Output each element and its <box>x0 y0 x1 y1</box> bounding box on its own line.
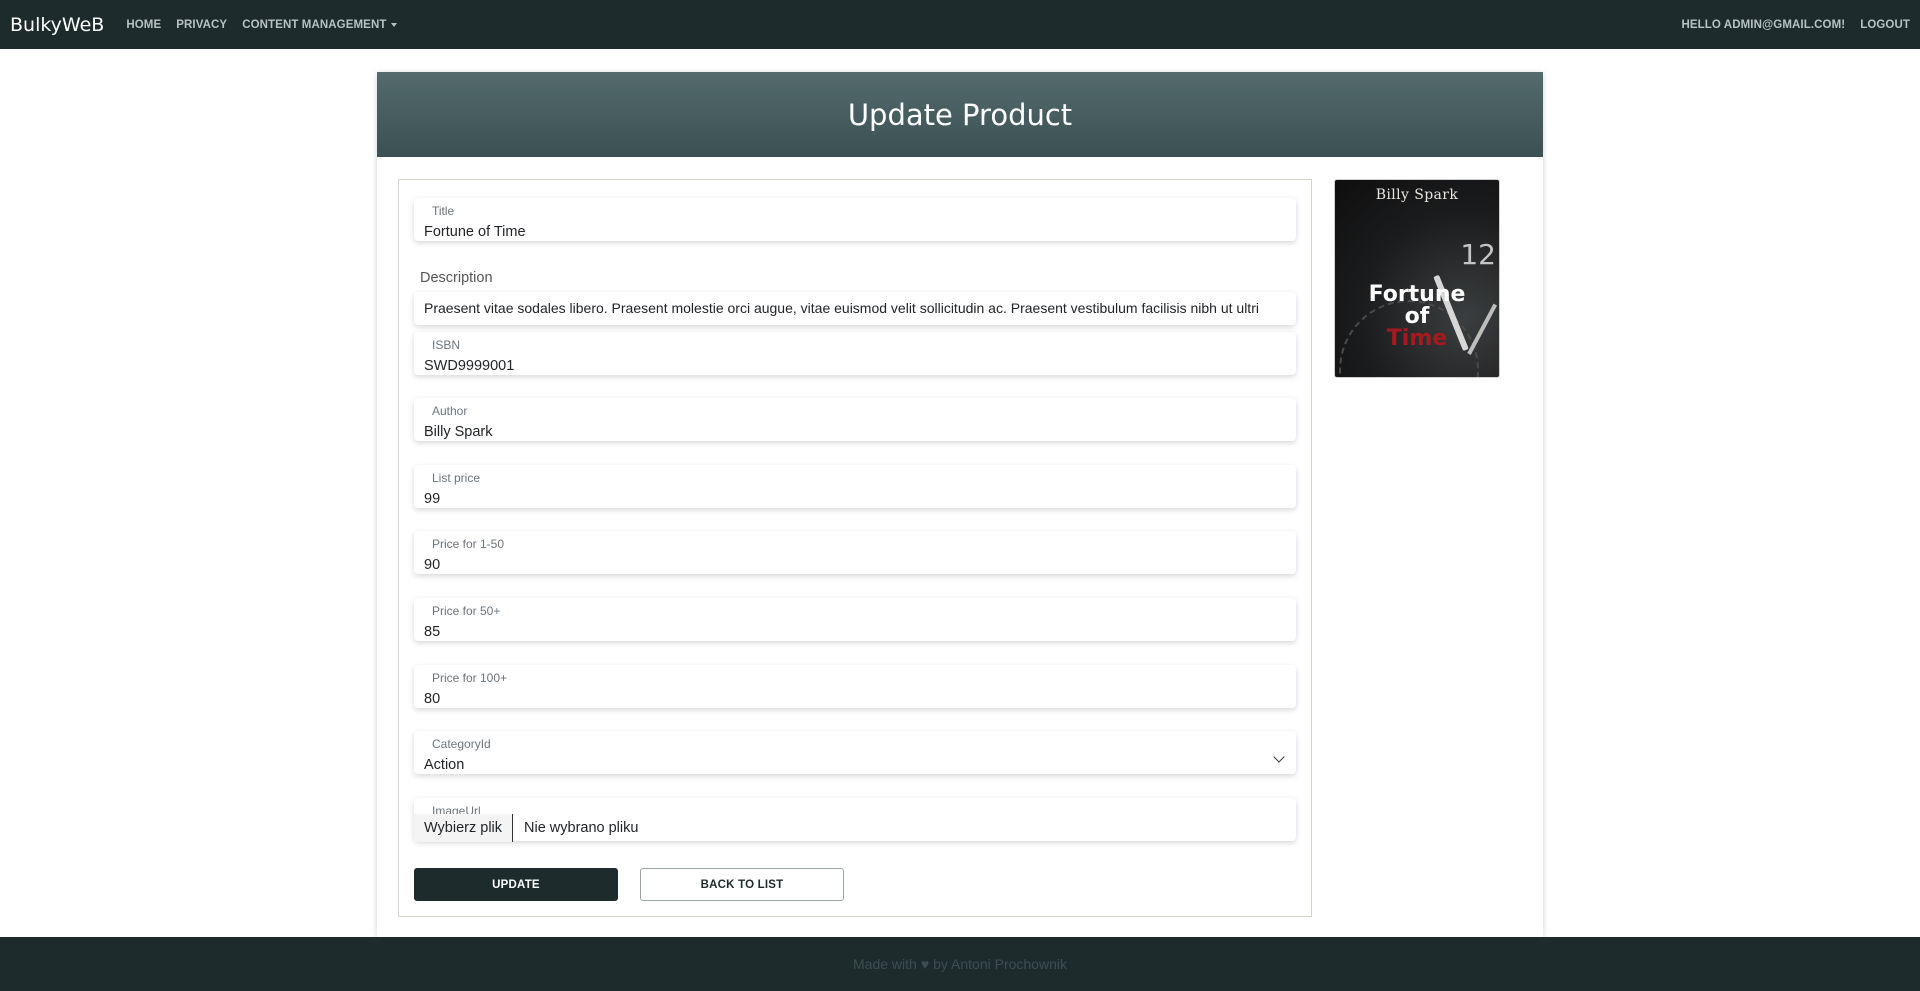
product-form: Title Fortune of Time Description Praese… <box>398 179 1312 917</box>
product-cover-image: 12 Billy Spark Fortune of Time <box>1334 179 1500 378</box>
chevron-down-icon <box>1273 751 1285 763</box>
author-value: Billy Spark <box>424 424 493 440</box>
cover-title-line1: Fortune <box>1368 282 1466 307</box>
description-value: Praesent vitae sodales libero. Praesent … <box>424 300 1259 316</box>
cover-title-line3: Time <box>1386 326 1448 351</box>
category-select[interactable]: CategoryId Action <box>414 731 1296 774</box>
price-1-50-value: 90 <box>424 557 441 573</box>
cover-title-line2: of <box>1404 304 1430 329</box>
price-100-field[interactable]: Price for 100+ 80 <box>414 665 1296 708</box>
category-label: CategoryId <box>432 737 491 751</box>
isbn-field[interactable]: ISBN SWD9999001 <box>414 332 1296 375</box>
category-value: Action <box>424 757 465 773</box>
update-button[interactable]: UPDATE <box>414 868 618 901</box>
price-50-label: Price for 50+ <box>432 604 501 618</box>
list-price-value: 99 <box>424 491 441 507</box>
title-value: Fortune of Time <box>424 224 526 240</box>
nav-privacy[interactable]: PRIVACY <box>176 19 227 31</box>
list-price-field[interactable]: List price 99 <box>414 465 1296 508</box>
title-label: Title <box>432 204 455 218</box>
heart-icon: ♥ <box>920 956 930 972</box>
image-upload-field[interactable]: ImageUrl Wybierz plik Nie wybrano pliku <box>414 798 1296 842</box>
author-field[interactable]: Author Billy Spark <box>414 398 1296 441</box>
nav-content-management[interactable]: CONTENT MANAGEMENT <box>242 18 398 31</box>
author-label: Author <box>432 404 468 418</box>
price-1-50-field[interactable]: Price for 1-50 90 <box>414 531 1296 574</box>
isbn-value: SWD9999001 <box>424 358 515 374</box>
description-editor[interactable]: Praesent vitae sodales libero. Praesent … <box>414 292 1296 325</box>
product-card: Update Product Title Fortune of Time Des… <box>377 72 1543 937</box>
footer-text-end: by Antoni Prochownik <box>933 956 1067 972</box>
cover-author: Billy Spark <box>1375 187 1459 203</box>
nav-right-group: HELLO ADMIN@GMAIL.COM! LOGOUT <box>1666 19 1910 31</box>
user-greeting[interactable]: HELLO ADMIN@GMAIL.COM! <box>1681 19 1845 31</box>
back-to-list-button[interactable]: BACK TO LIST <box>640 868 844 901</box>
choose-file-button[interactable]: Wybierz plik <box>414 814 514 842</box>
footer-text-start: Made with <box>853 956 917 972</box>
nav-content-management-label: CONTENT MANAGEMENT <box>242 18 387 31</box>
top-navbar: BulkyWeB HOME PRIVACY CONTENT MANAGEMENT… <box>0 0 1920 49</box>
description-label: Description <box>420 270 493 286</box>
cover-clock-number: 12 <box>1460 238 1496 271</box>
brand-logo[interactable]: BulkyWeB <box>10 14 104 36</box>
logout-link[interactable]: LOGOUT <box>1860 19 1910 31</box>
page-footer: Made with ♥ by Antoni Prochownik <box>0 937 1920 991</box>
price-50-field[interactable]: Price for 50+ 85 <box>414 598 1296 641</box>
title-field[interactable]: Title Fortune of Time <box>414 198 1296 241</box>
price-50-value: 85 <box>424 624 441 640</box>
price-100-label: Price for 100+ <box>432 671 508 685</box>
caret-down-icon <box>391 22 398 27</box>
list-price-label: List price <box>432 471 481 485</box>
price-1-50-label: Price for 1-50 <box>432 537 505 551</box>
page-title: Update Product <box>847 97 1073 132</box>
card-header: Update Product <box>377 72 1543 157</box>
isbn-label: ISBN <box>432 338 461 352</box>
no-file-text: Nie wybrano pliku <box>524 820 639 836</box>
price-100-value: 80 <box>424 691 441 707</box>
nav-home[interactable]: HOME <box>126 19 161 31</box>
